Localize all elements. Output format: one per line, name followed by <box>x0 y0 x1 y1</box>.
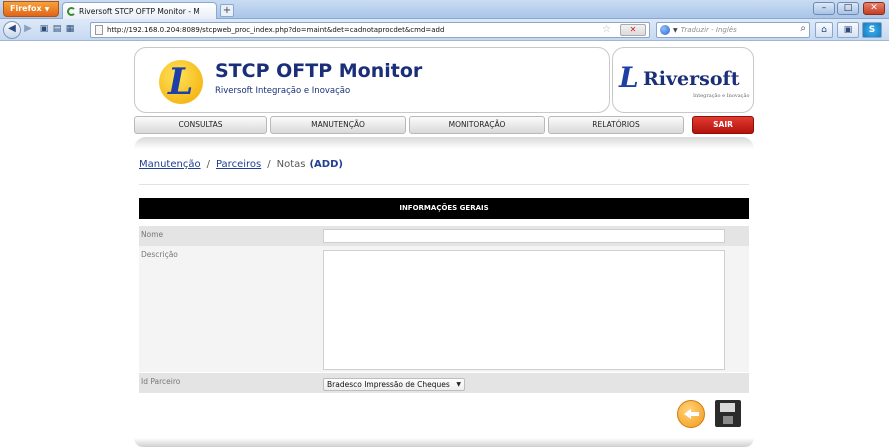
descricao-label: Descrição <box>141 250 178 259</box>
lock-icon[interactable]: ▦ <box>64 22 76 38</box>
breadcrumb-mode: (ADD) <box>309 159 343 170</box>
form-row-nome: Nome <box>139 226 749 246</box>
back-arrow-circle-icon[interactable] <box>677 400 705 428</box>
breadcrumb-parceiros-link[interactable]: Parceiros <box>216 159 261 170</box>
section-header: INFORMAÇÕES GERAIS <box>139 198 749 219</box>
divider <box>139 184 749 185</box>
descricao-textarea[interactable] <box>323 250 725 370</box>
search-icon[interactable]: ⌕ <box>800 23 806 34</box>
url-bar[interactable]: http://192.168.0.204:8089/stcpweb_proc_i… <box>90 22 650 38</box>
breadcrumb-manutencao-link[interactable]: Manutenção <box>139 159 201 170</box>
brand-swoosh-icon: L <box>619 61 639 94</box>
chevron-down-icon: ▼ <box>44 6 50 13</box>
addon-icon[interactable]: ▣ <box>837 22 859 38</box>
app-logo-icon: L <box>159 60 203 104</box>
forward-icon[interactable]: ▶ <box>22 22 34 38</box>
menu-consultas[interactable]: CONSULTAS <box>134 116 267 134</box>
maximize-button[interactable]: □ <box>837 2 859 15</box>
url-text: http://192.168.0.204:8089/stcpweb_proc_i… <box>107 26 445 34</box>
main-menu: CONSULTAS MANUTENÇÃO MONITORAÇÃO RELATÓR… <box>134 116 754 134</box>
parceiro-select[interactable]: Bradesco Impressão de Cheques ▼ <box>323 378 465 391</box>
breadcrumb-separator: / <box>206 159 210 170</box>
menu-relatorios[interactable]: RELATÓRIOS <box>548 116 684 134</box>
app-header: L STCP OFTP Monitor Riversoft Integração… <box>134 47 610 113</box>
browser-tab[interactable]: Riversoft STCP OFTP Monitor - Manuten... <box>62 2 217 19</box>
page-content: L STCP OFTP Monitor Riversoft Integração… <box>0 42 889 447</box>
parceiro-selected-value: Bradesco Impressão de Cheques <box>327 380 450 389</box>
footer-divider <box>134 438 754 447</box>
brand-tagline: Integração e Inovação <box>693 93 750 99</box>
parceiro-label: Id Parceiro <box>141 377 181 386</box>
breadcrumb-current: Notas <box>276 159 306 170</box>
page-tools-icon[interactable]: ▤ <box>51 22 63 38</box>
brand-name: Riversoft <box>643 68 740 90</box>
brand-logo: L Riversoft Integração e Inovação <box>612 47 754 113</box>
menu-manutencao[interactable]: MANUTENÇÃO <box>270 116 406 134</box>
logout-button[interactable]: SAIR <box>692 116 754 134</box>
search-placeholder: Traduzir - Inglês <box>680 26 737 34</box>
loading-spinner-icon <box>67 6 76 16</box>
minimize-button[interactable]: – <box>813 2 835 15</box>
nome-input[interactable] <box>323 229 725 243</box>
star-icon[interactable]: ☆ <box>602 24 611 35</box>
chevron-down-icon: ▼ <box>456 381 461 388</box>
search-bar[interactable]: ▼ Traduzir - Inglês ⌕ <box>656 22 810 38</box>
bookmark-icon[interactable]: ▣ <box>38 22 50 38</box>
menu-monitoracao[interactable]: MONITORAÇÃO <box>409 116 545 134</box>
form-row-descricao: Descrição <box>139 246 749 372</box>
app-subtitle: Riversoft Integração e Inovação <box>215 86 351 96</box>
stop-icon[interactable]: ✕ <box>620 24 646 36</box>
browser-titlebar: Firefox ▼ Riversoft STCP OFTP Monitor - M… <box>0 0 889 19</box>
chevron-down-icon: ▼ <box>673 26 678 34</box>
page-icon <box>95 25 103 35</box>
nome-label: Nome <box>141 230 164 239</box>
browser-navbar: ◀ ▶ ▣ ▤ ▦ http://192.168.0.204:8089/stcp… <box>0 19 889 41</box>
firefox-menu-label: Firefox <box>10 4 42 13</box>
tab-title: Riversoft STCP OFTP Monitor - Manuten... <box>79 6 199 16</box>
floppy-disk-icon[interactable] <box>715 400 741 427</box>
back-icon[interactable]: ◀ <box>3 21 21 39</box>
menu-divider <box>134 137 754 149</box>
breadcrumb-separator: / <box>267 159 271 170</box>
globe-icon <box>660 25 670 35</box>
close-window-button[interactable]: ✕ <box>863 2 885 15</box>
breadcrumb: Manutenção / Parceiros / Notas (ADD) <box>139 159 343 170</box>
form-row-parceiro: Id Parceiro Bradesco Impressão de Cheque… <box>139 373 749 393</box>
firefox-menu-button[interactable]: Firefox ▼ <box>3 1 59 17</box>
home-icon[interactable]: ⌂ <box>815 22 833 38</box>
new-tab-button[interactable]: + <box>220 4 234 17</box>
app-title: STCP OFTP Monitor <box>215 60 423 82</box>
skype-icon[interactable]: S <box>862 22 882 38</box>
